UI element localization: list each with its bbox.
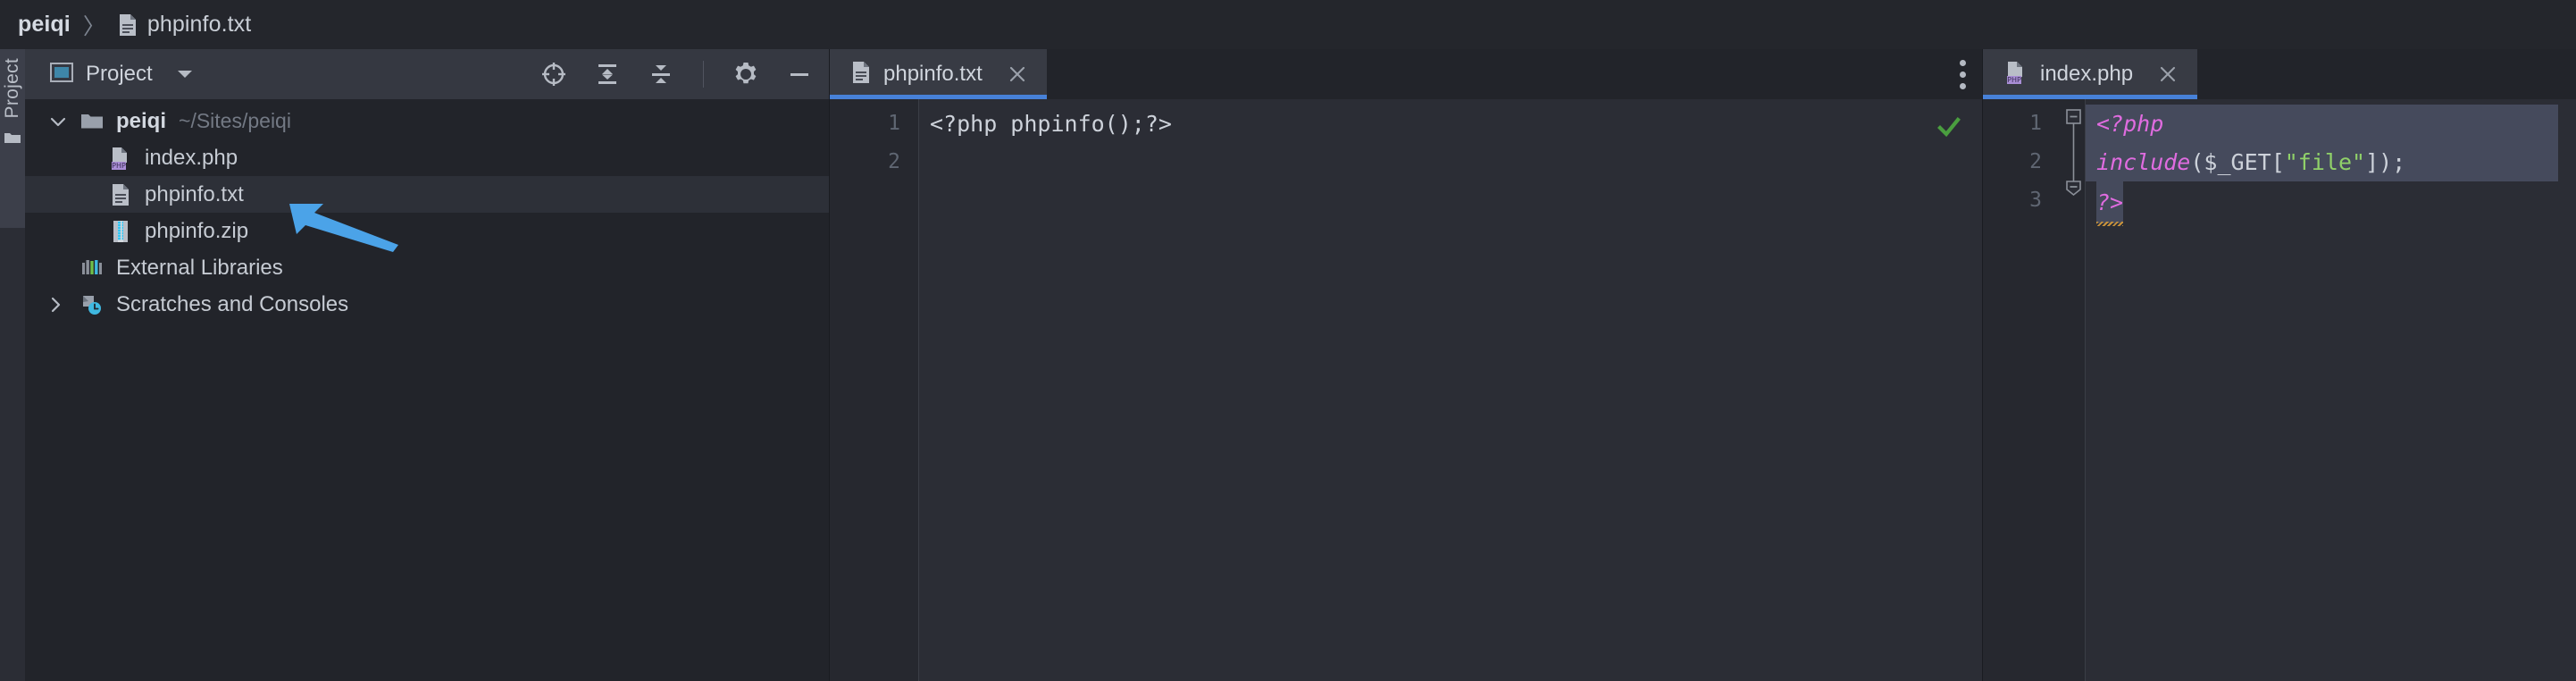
line-number-gutter-right: 1 2 3	[1983, 99, 2060, 681]
tree-row[interactable]: Scratches and Consoles	[25, 286, 829, 323]
text-file-icon	[851, 61, 871, 88]
select-opened-file-icon[interactable]	[539, 59, 569, 89]
scratches-icon	[79, 294, 105, 315]
project-panel-title: Project	[86, 62, 153, 86]
code-token: include	[2096, 149, 2191, 175]
line-number: 2	[2029, 150, 2042, 173]
code-token: ?>	[2096, 181, 2124, 226]
tree-item-path: ~/Sites/peiqi	[179, 109, 291, 132]
chevron-down-icon[interactable]	[50, 116, 79, 127]
folder-icon	[4, 130, 21, 149]
tool-window-strip: Project	[0, 49, 25, 681]
archive-file-icon	[107, 220, 134, 243]
code-token: ]	[2365, 149, 2379, 175]
breadcrumb-file[interactable]: phpinfo.txt	[147, 12, 251, 38]
code-content-left[interactable]: <?php phpinfo();?>	[919, 99, 1982, 681]
chevron-down-icon[interactable]	[176, 69, 194, 80]
editor-right-margin	[2558, 99, 2576, 681]
tabbar-empty-space	[2197, 49, 2576, 99]
line-number: 2	[888, 150, 900, 173]
editor-pane-right: PHP index.php 1 2 3 <?php include($_GET[…	[1983, 49, 2576, 681]
editor-body-left[interactable]: 1 2 <?php phpinfo();?>	[830, 99, 1982, 681]
text-file-icon	[107, 183, 134, 206]
code-token: <?php	[2096, 111, 2164, 137]
code-line: ?>	[2086, 181, 2558, 226]
editor-tabbar-left: phpinfo.txt	[830, 49, 1982, 99]
code-token: $_GET	[2204, 149, 2271, 175]
tab-label: phpinfo.txt	[883, 62, 983, 86]
tree-item-label: External Libraries	[116, 255, 283, 280]
line-number: 1	[2029, 112, 2042, 135]
editor-area: phpinfo.txt 1 2 <?php phpinfo();?> PHP i…	[830, 49, 2576, 681]
code-line: <?php	[2086, 105, 2558, 143]
tree-item-label: index.php	[145, 145, 238, 170]
breadcrumb-separator: 〉	[82, 13, 105, 39]
code-folding-gutter[interactable]	[2060, 99, 2086, 681]
line-number: 1	[888, 112, 900, 135]
toolbar-divider	[703, 61, 704, 88]
tab-label: index.php	[2040, 62, 2134, 86]
settings-gear-icon[interactable]	[731, 59, 761, 89]
tree-item-label: Scratches and Consoles	[116, 291, 349, 316]
project-panel-header: Project	[25, 49, 829, 99]
expand-all-icon[interactable]	[592, 59, 623, 89]
text-file-icon	[118, 13, 138, 37]
line-number: 3	[2029, 189, 2042, 212]
tool-strip-project-label: Project	[2, 58, 22, 119]
editor-body-right[interactable]: 1 2 3 <?php include($_GET["file"]); ?>	[1983, 99, 2576, 681]
external-libraries-icon	[79, 258, 105, 278]
workspace: Project Project peiqi ~/Sites/peiqi PHP …	[0, 49, 2576, 681]
close-icon[interactable]	[1006, 63, 1029, 86]
code-line: <?php phpinfo();?>	[930, 111, 1172, 137]
code-token: [	[2271, 149, 2285, 175]
tab-index-php[interactable]: PHP index.php	[1983, 49, 2198, 99]
code-token: );	[2379, 149, 2406, 175]
code-token: (	[2190, 149, 2204, 175]
code-line: include($_GET["file"]);	[2086, 143, 2558, 181]
folder-icon	[79, 112, 105, 130]
close-icon[interactable]	[2156, 63, 2179, 86]
editor-tabbar-right: PHP index.php	[1983, 49, 2576, 99]
project-tool-window: Project peiqi ~/Sites/peiqi PHP index.ph…	[25, 49, 830, 681]
collapse-all-icon[interactable]	[646, 59, 676, 89]
php-file-icon: PHP	[2004, 61, 2028, 88]
line-number-gutter-left: 1 2	[830, 99, 919, 681]
tabbar-empty-space	[1047, 49, 1943, 99]
tree-item-label: phpinfo.txt	[145, 181, 244, 206]
checkmark-ok-icon[interactable]	[1934, 112, 1964, 142]
breadcrumb: peiqi 〉 phpinfo.txt	[0, 0, 2576, 49]
php-file-icon: PHP	[107, 147, 134, 170]
project-file-tree: peiqi ~/Sites/peiqi PHP index.php phpinf…	[25, 99, 829, 681]
tree-item-label: peiqi	[116, 108, 167, 133]
tree-row[interactable]: phpinfo.zip	[25, 213, 829, 249]
code-content-right[interactable]: <?php include($_GET["file"]); ?>	[2086, 99, 2558, 681]
tree-row[interactable]: External Libraries	[25, 249, 829, 286]
tree-row[interactable]: phpinfo.txt	[25, 176, 829, 213]
hide-panel-icon[interactable]	[784, 59, 815, 89]
sidebar-item-project[interactable]: Project	[0, 49, 25, 228]
chevron-right-icon[interactable]	[50, 297, 79, 313]
svg-text:PHP: PHP	[2007, 76, 2021, 84]
project-panel-toolbar	[539, 59, 815, 89]
tree-item-label: phpinfo.zip	[145, 218, 249, 243]
tree-row[interactable]: PHP index.php	[25, 139, 829, 176]
tab-phpinfo-txt[interactable]: phpinfo.txt	[830, 49, 1047, 99]
editor-pane-left: phpinfo.txt 1 2 <?php phpinfo();?>	[830, 49, 1983, 681]
tree-row[interactable]: peiqi ~/Sites/peiqi	[25, 103, 829, 139]
project-view-icon	[50, 62, 73, 87]
code-token: "file"	[2284, 149, 2366, 175]
svg-text:PHP: PHP	[112, 162, 126, 170]
more-options-icon[interactable]	[1943, 49, 1982, 99]
breadcrumb-root[interactable]: peiqi	[18, 12, 71, 38]
